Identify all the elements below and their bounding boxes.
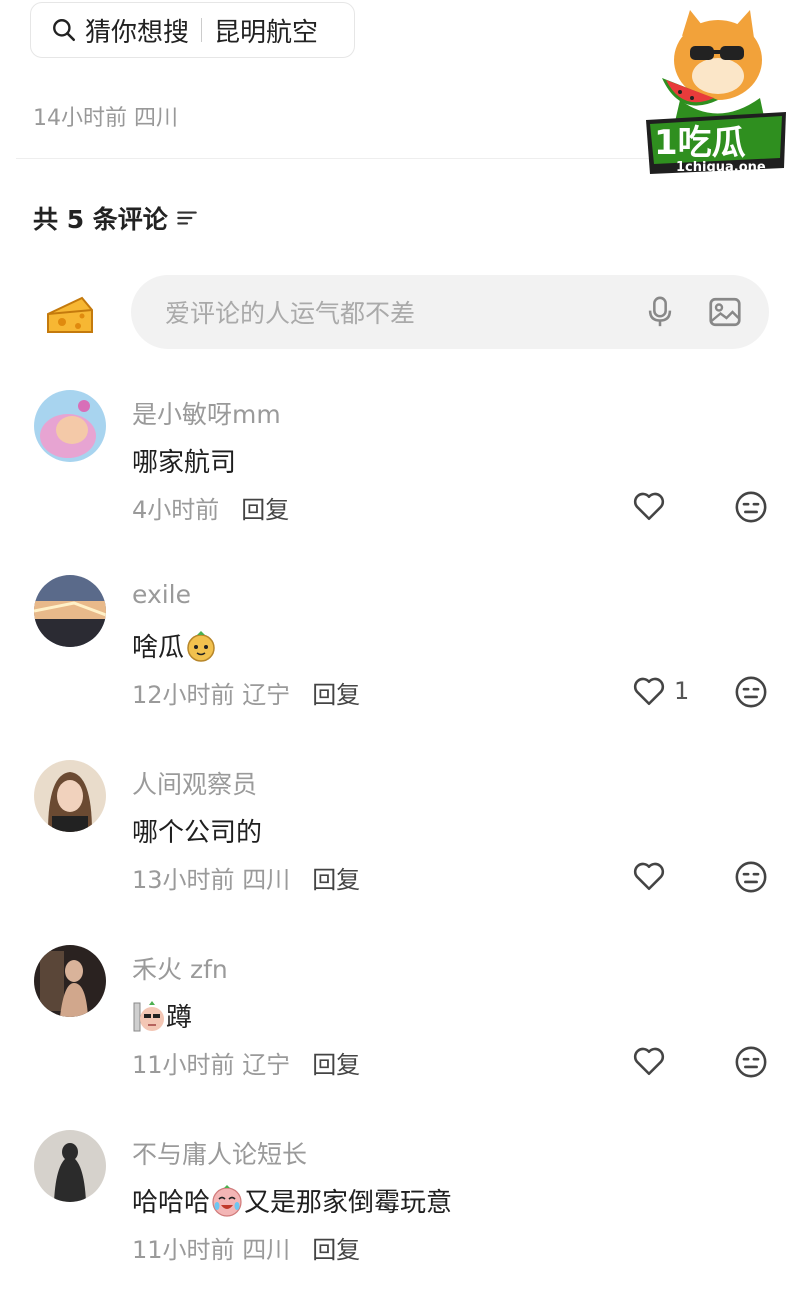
- watermark-logo: 1吃瓜 1chigua.one: [646, 10, 786, 175]
- like-button[interactable]: 1: [632, 675, 689, 707]
- comment-username[interactable]: exile: [132, 580, 191, 609]
- like-button[interactable]: [632, 860, 666, 892]
- comment-meta: 11小时前 四川 回复: [132, 1230, 360, 1265]
- search-divider: [201, 18, 203, 42]
- sunglasses-face-emoji-icon: [133, 1000, 164, 1031]
- melon-face-emoji-icon: [187, 630, 215, 662]
- comment-meta: 4小时前 回复: [132, 490, 289, 525]
- comment-item: exile 啥瓜 12小时前 辽宁 回复 1: [0, 575, 800, 725]
- comment-text: 啥瓜: [132, 627, 218, 664]
- search-bar[interactable]: 猜你想搜 昆明航空: [30, 2, 355, 58]
- cheese-avatar-icon: [47, 296, 93, 333]
- comment-input-placeholder: 爱评论的人运气都不差: [165, 299, 416, 328]
- comment-location: 辽宁: [242, 681, 291, 709]
- reply-button[interactable]: 回复: [241, 490, 289, 525]
- search-icon: [53, 19, 76, 42]
- post-meta: 14小时前 四川: [33, 106, 178, 131]
- comment-meta: 11小时前 辽宁 回复: [132, 1045, 360, 1080]
- search-suggestion[interactable]: 昆明航空: [214, 12, 318, 49]
- dislike-face-icon[interactable]: [734, 860, 768, 894]
- avatar[interactable]: [34, 945, 106, 1017]
- comment-location: 辽宁: [242, 1051, 291, 1079]
- comment-count: 共 5 条评论: [33, 205, 168, 234]
- heart-icon: [633, 492, 665, 521]
- reply-button[interactable]: 回复: [312, 1045, 360, 1080]
- heart-icon: [633, 862, 665, 891]
- heart-icon: [633, 677, 665, 706]
- watermark-brand: 1吃瓜: [654, 123, 746, 163]
- comment-text: 蹲: [132, 997, 192, 1034]
- comment-meta: 13小时前 四川 回复: [132, 860, 360, 895]
- comment-meta: 12小时前 辽宁 回复: [132, 675, 360, 710]
- comment-location: 四川: [242, 866, 291, 894]
- microphone-icon[interactable]: [643, 295, 677, 329]
- avatar[interactable]: [34, 390, 106, 462]
- like-count: 1: [674, 677, 690, 705]
- like-button[interactable]: [632, 1045, 666, 1077]
- comment-username[interactable]: 禾火 zfn: [132, 950, 228, 986]
- watermark-domain: 1chigua.one: [676, 160, 766, 175]
- comment-item: 不与庸人论短长 哈哈哈 又是那家倒霉玩意 11小时前 四川 回复: [0, 1130, 800, 1280]
- dislike-face-icon[interactable]: [734, 675, 768, 709]
- comment-time: 11小时前: [132, 1236, 235, 1264]
- comment-time: 4小时前: [132, 496, 220, 524]
- crying-laughing-emoji-icon: [212, 1184, 242, 1217]
- comment-item: 禾火 zfn 蹲 11小时前 辽宁 回复: [0, 945, 800, 1095]
- comment-location: 四川: [242, 1236, 291, 1264]
- reply-button[interactable]: 回复: [312, 675, 360, 710]
- avatar[interactable]: [34, 575, 106, 647]
- heart-icon: [633, 1047, 665, 1076]
- comment-time: 11小时前: [132, 1051, 235, 1079]
- comment-time: 13小时前: [132, 866, 235, 894]
- comment-text: 哪家航司: [132, 448, 237, 478]
- dislike-face-icon[interactable]: [734, 1045, 768, 1079]
- sort-icon[interactable]: [174, 205, 200, 231]
- comment-username[interactable]: 不与庸人论短长: [132, 1135, 307, 1171]
- like-button[interactable]: [632, 490, 666, 522]
- search-hint: 猜你想搜: [85, 17, 190, 48]
- reply-button[interactable]: 回复: [312, 1230, 360, 1265]
- comment-input[interactable]: 爱评论的人运气都不差: [131, 275, 769, 349]
- comment-item: 是小敏呀mm 哪家航司 4小时前 回复: [0, 390, 800, 540]
- dislike-face-icon[interactable]: [734, 490, 768, 524]
- comment-item: 人间观察员 哪个公司的 13小时前 四川 回复: [0, 760, 800, 910]
- reply-button[interactable]: 回复: [312, 860, 360, 895]
- comment-text: 哪个公司的: [132, 818, 263, 848]
- comment-username[interactable]: 是小敏呀mm: [132, 395, 281, 431]
- image-icon[interactable]: [707, 294, 743, 330]
- divider: [16, 158, 656, 159]
- comment-text: 哈哈哈 又是那家倒霉玩意: [132, 1182, 452, 1219]
- avatar[interactable]: [34, 760, 106, 832]
- avatar[interactable]: [34, 1130, 106, 1202]
- comments-header: 共 5 条评论: [33, 200, 200, 236]
- comment-time: 12小时前: [132, 681, 235, 709]
- comment-username[interactable]: 人间观察员: [132, 765, 257, 801]
